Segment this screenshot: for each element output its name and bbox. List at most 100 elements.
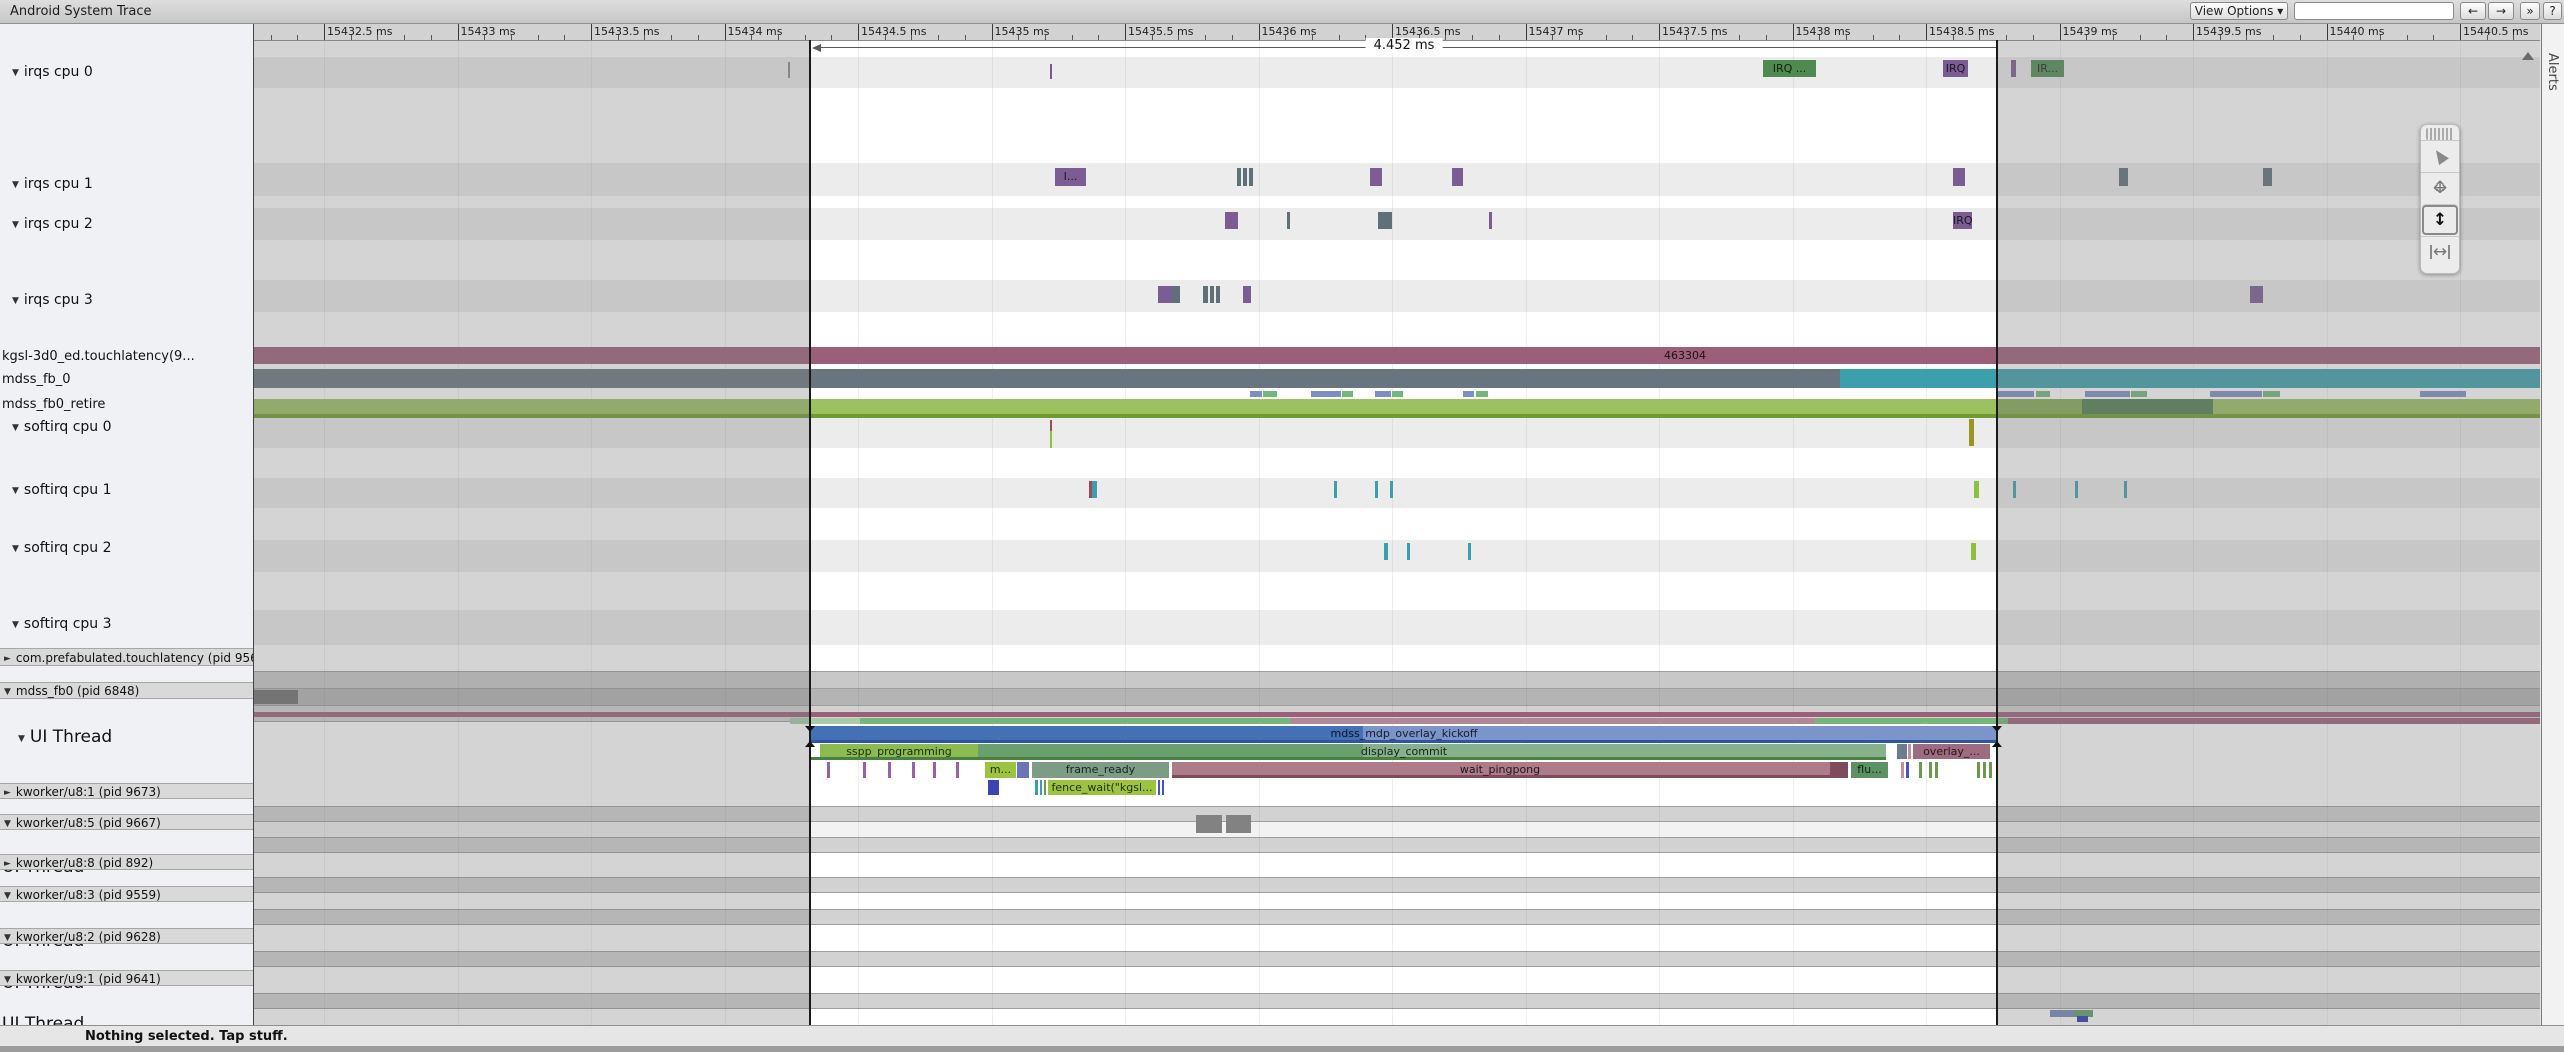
trace-slice[interactable] [1092, 481, 1097, 498]
alerts-panel[interactable]: Alerts [2541, 23, 2564, 1025]
trace-slice[interactable] [1158, 286, 1172, 303]
sidebar-item[interactable]: ▼mdss_fb0 (pid 6848) [0, 682, 253, 699]
collapse-arrow-icon[interactable]: ▼ [4, 972, 11, 986]
sidebar-item[interactable]: kgsl-3d0_ed.touchlatency(9... [0, 348, 253, 366]
find-previous-button[interactable]: ← [2460, 2, 2486, 20]
collapse-arrow-icon[interactable]: ▼ [12, 615, 19, 634]
view-options-button[interactable]: View Options ▾ [2190, 2, 2288, 20]
trace-slice[interactable] [1935, 762, 1938, 778]
trace-slice[interactable] [888, 762, 891, 778]
trace-slice[interactable] [811, 757, 1886, 760]
more-button[interactable]: » [2520, 2, 2540, 20]
collapse-arrow-icon[interactable]: ▼ [4, 816, 11, 830]
trace-slice[interactable] [1243, 286, 1251, 303]
collapse-arrow-icon[interactable]: ▼ [4, 684, 11, 699]
trace-slice[interactable] [1407, 543, 1410, 560]
trace-slice[interactable] [1378, 212, 1392, 229]
trace-slice[interactable] [1210, 286, 1214, 303]
trace-slice[interactable] [1196, 815, 1222, 833]
trace-slice[interactable] [1390, 481, 1393, 498]
sidebar-item[interactable]: ▼irqs cpu 2 [0, 214, 253, 234]
trace-slice[interactable] [1311, 391, 1341, 397]
trace-slice[interactable]: overlay_... [1913, 744, 1990, 759]
trace-slice[interactable] [1370, 168, 1382, 186]
sidebar-item[interactable]: mdss_fb0_retire [0, 396, 253, 414]
trace-slice[interactable] [1158, 780, 1160, 795]
trace-slice[interactable] [1243, 168, 1247, 186]
trace-slice[interactable] [1463, 391, 1474, 397]
scroll-up-icon[interactable] [2522, 52, 2534, 60]
expand-arrow-icon[interactable]: ► [4, 785, 11, 799]
trace-slice[interactable] [1929, 762, 1932, 778]
selection-boundary-line[interactable] [809, 40, 811, 1025]
trace-slice[interactable] [1375, 391, 1391, 397]
collapse-arrow-icon[interactable]: ▼ [12, 63, 19, 82]
trace-slice[interactable] [860, 718, 1290, 724]
sidebar-item[interactable]: ▼softirq cpu 2 [0, 538, 253, 558]
palette-grip-handle[interactable] [2426, 128, 2454, 140]
sidebar-item[interactable]: ▼softirq cpu 0 [0, 417, 253, 437]
trace-slice[interactable] [912, 762, 915, 778]
trace-slice[interactable] [1250, 391, 1262, 397]
trace-slice[interactable] [1050, 64, 1052, 79]
trace-slice[interactable] [1334, 481, 1337, 498]
trace-slice[interactable] [1906, 762, 1909, 778]
sidebar-item[interactable]: ▼kworker/u8:2 (pid 9628) [0, 928, 253, 944]
trace-slice[interactable] [1489, 212, 1492, 229]
trace-slice[interactable] [1974, 481, 1979, 498]
trace-slice[interactable] [1050, 431, 1052, 448]
search-input[interactable] [2294, 2, 2454, 20]
trace-slice[interactable] [1989, 762, 1992, 778]
sidebar-item[interactable]: ►kworker/u8:1 (pid 9673) [0, 783, 253, 799]
sidebar-item[interactable]: ▼irqs cpu 0 [0, 62, 253, 82]
trace-slice[interactable] [1971, 543, 1976, 560]
trace-slice[interactable] [1172, 286, 1180, 303]
trace-slice[interactable] [988, 780, 999, 795]
trace-slice[interactable]: IRQ ... [1763, 60, 1816, 77]
trace-slice[interactable] [1815, 718, 2008, 724]
expand-arrow-icon[interactable]: ► [4, 856, 11, 870]
collapse-arrow-icon[interactable]: ▼ [12, 215, 19, 234]
sidebar-item[interactable]: ▼UI Thread [0, 726, 253, 748]
collapse-arrow-icon[interactable]: ▼ [12, 418, 19, 437]
sidebar-item[interactable]: UI Thread [0, 1013, 253, 1025]
trace-slice[interactable] [1452, 168, 1463, 186]
trace-slice[interactable] [1897, 744, 1907, 759]
trace-slice[interactable] [827, 762, 830, 778]
trace-slice[interactable] [1287, 212, 1290, 229]
sidebar-item[interactable]: ▼irqs cpu 3 [0, 290, 253, 310]
pan-tool-button[interactable]: ↔ ↕ [2421, 172, 2459, 204]
trace-slice[interactable] [1953, 168, 1965, 186]
trace-slice[interactable] [1263, 391, 1277, 397]
trace-slice[interactable] [1919, 762, 1922, 778]
sidebar-item[interactable]: ▼softirq cpu 3 [0, 614, 253, 634]
timing-tool-button[interactable]: ↔ [2421, 236, 2459, 268]
trace-slice[interactable] [1342, 391, 1353, 397]
trace-slice[interactable] [1969, 419, 1974, 446]
trace-slice[interactable] [1468, 543, 1471, 560]
sidebar-item[interactable]: ▼kworker/u8:5 (pid 9667) [0, 814, 253, 830]
trace-slice[interactable] [1392, 391, 1403, 397]
collapse-arrow-icon[interactable]: ▼ [4, 888, 11, 902]
trace-slice[interactable]: flu... [1851, 762, 1888, 778]
sidebar-item[interactable]: ▼kworker/u8:3 (pid 9559) [0, 886, 253, 902]
trace-slice[interactable] [863, 762, 866, 778]
find-next-button[interactable]: → [2488, 2, 2514, 20]
collapse-arrow-icon[interactable]: ▼ [12, 481, 19, 500]
trace-slice[interactable] [1476, 391, 1488, 397]
sidebar-item[interactable]: ►com.prefabulated.touchlatency (pid 9564… [0, 648, 253, 666]
collapse-arrow-icon[interactable]: ▼ [18, 728, 25, 748]
trace-slice[interactable] [1226, 815, 1251, 833]
trace-slice[interactable] [1290, 718, 1815, 724]
trace-slice[interactable] [933, 762, 936, 778]
trace-slice[interactable]: IRQ [1953, 212, 1972, 229]
sidebar-item[interactable]: ▼irqs cpu 1 [0, 174, 253, 194]
trace-slice[interactable] [1216, 286, 1220, 303]
trace-slice[interactable] [1237, 168, 1241, 186]
trace-slice[interactable] [1040, 780, 1042, 795]
trace-slice[interactable] [1203, 286, 1208, 303]
trace-slice[interactable]: m... [985, 762, 1016, 778]
trace-slice[interactable] [1983, 762, 1986, 778]
trace-slice[interactable] [1162, 780, 1164, 795]
trace-slice[interactable] [1225, 212, 1238, 229]
